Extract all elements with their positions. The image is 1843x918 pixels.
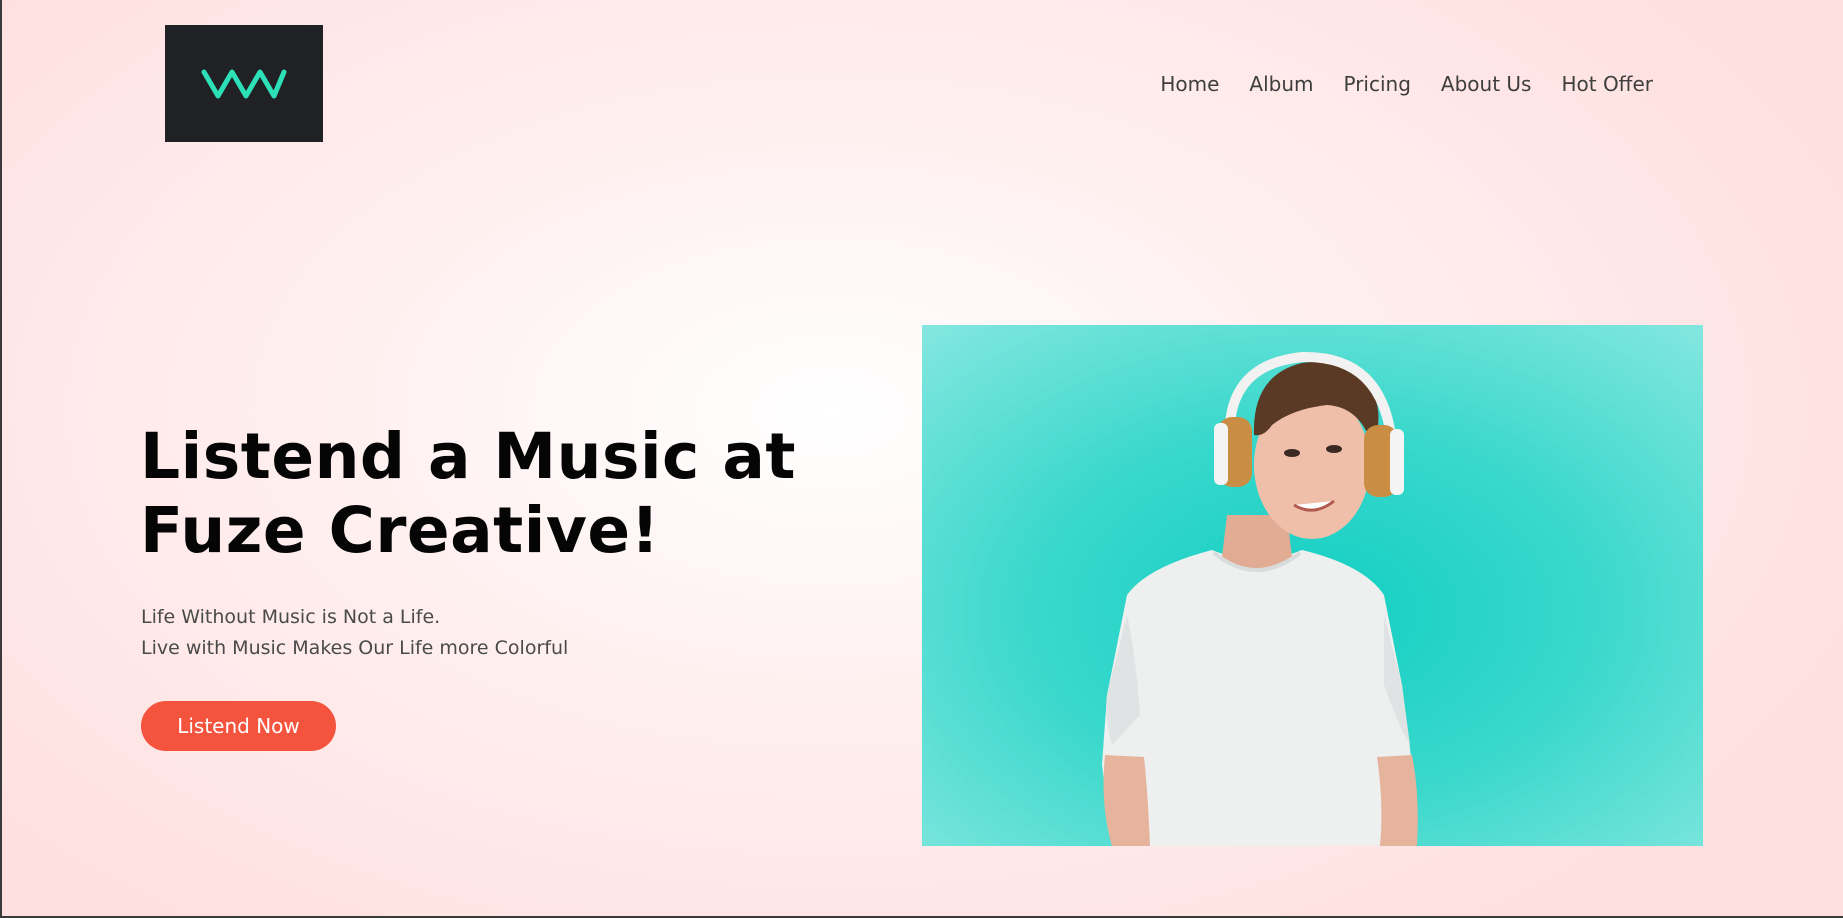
hero-title-line1: Listend a Music at bbox=[140, 420, 796, 493]
main-nav: Home Album Pricing About Us Hot Offer bbox=[1160, 72, 1653, 96]
hero-subtitle-line2: Live with Music Makes Our Life more Colo… bbox=[141, 637, 569, 659]
hero-subtitle-line1: Life Without Music is Not a Life. bbox=[141, 606, 441, 628]
nav-item-about-us: About Us bbox=[1441, 72, 1532, 96]
nav-item-album: Album bbox=[1249, 72, 1313, 96]
man-with-headphones-illustration bbox=[1102, 351, 1418, 846]
logo[interactable] bbox=[165, 25, 323, 142]
w-logo-icon bbox=[201, 69, 287, 98]
nav-link-album[interactable]: Album bbox=[1249, 72, 1313, 96]
page: Home Album Pricing About Us Hot Offer Li… bbox=[2, 0, 1843, 916]
nav-link-home[interactable]: Home bbox=[1160, 72, 1219, 96]
hero-subtitle: Life Without Music is Not a Life. Live w… bbox=[141, 602, 568, 664]
hero-title: Listend a Music at Fuze Creative! bbox=[140, 420, 796, 568]
hero-title-line2: Fuze Creative! bbox=[140, 494, 660, 567]
nav-item-home: Home bbox=[1160, 72, 1219, 96]
hero-image bbox=[922, 325, 1703, 846]
nav-link-hot-offer[interactable]: Hot Offer bbox=[1561, 72, 1653, 96]
nav-link-about-us[interactable]: About Us bbox=[1441, 72, 1532, 96]
nav-item-pricing: Pricing bbox=[1344, 72, 1411, 96]
nav-link-pricing[interactable]: Pricing bbox=[1344, 72, 1411, 96]
nav-item-hot-offer: Hot Offer bbox=[1561, 72, 1653, 96]
listen-now-button[interactable]: Listend Now bbox=[141, 701, 336, 751]
